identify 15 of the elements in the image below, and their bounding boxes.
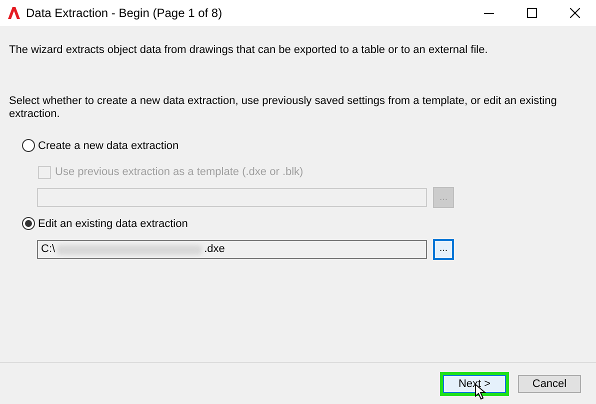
radio-button[interactable] [22, 139, 35, 152]
radio-button[interactable] [22, 217, 35, 230]
radio-label[interactable]: Create a new data extraction [38, 138, 179, 154]
path-field[interactable]: C:\ .dxe [37, 240, 427, 259]
maximize-icon[interactable] [527, 8, 537, 18]
cancel-button[interactable]: Cancel [518, 374, 581, 392]
intro-text: The wizard extracts object data from drawings that can be exported to a table or to an external file. [9, 43, 489, 58]
radio-label[interactable]: Edit an existing data extraction [38, 216, 188, 232]
path-text: .dxe [204, 242, 225, 258]
close-icon[interactable] [570, 8, 580, 18]
browse-button[interactable]: ... [433, 239, 454, 260]
window-title: Data Extraction - Begin (Page 1 of 8) [26, 5, 222, 22]
instruction-text: Select whether to create a new data extraction, use previously saved settings from a template, or edit an existing extraction. [9, 94, 558, 120]
app-logo-icon [8, 7, 20, 19]
path-text: C:\ [41, 242, 56, 258]
